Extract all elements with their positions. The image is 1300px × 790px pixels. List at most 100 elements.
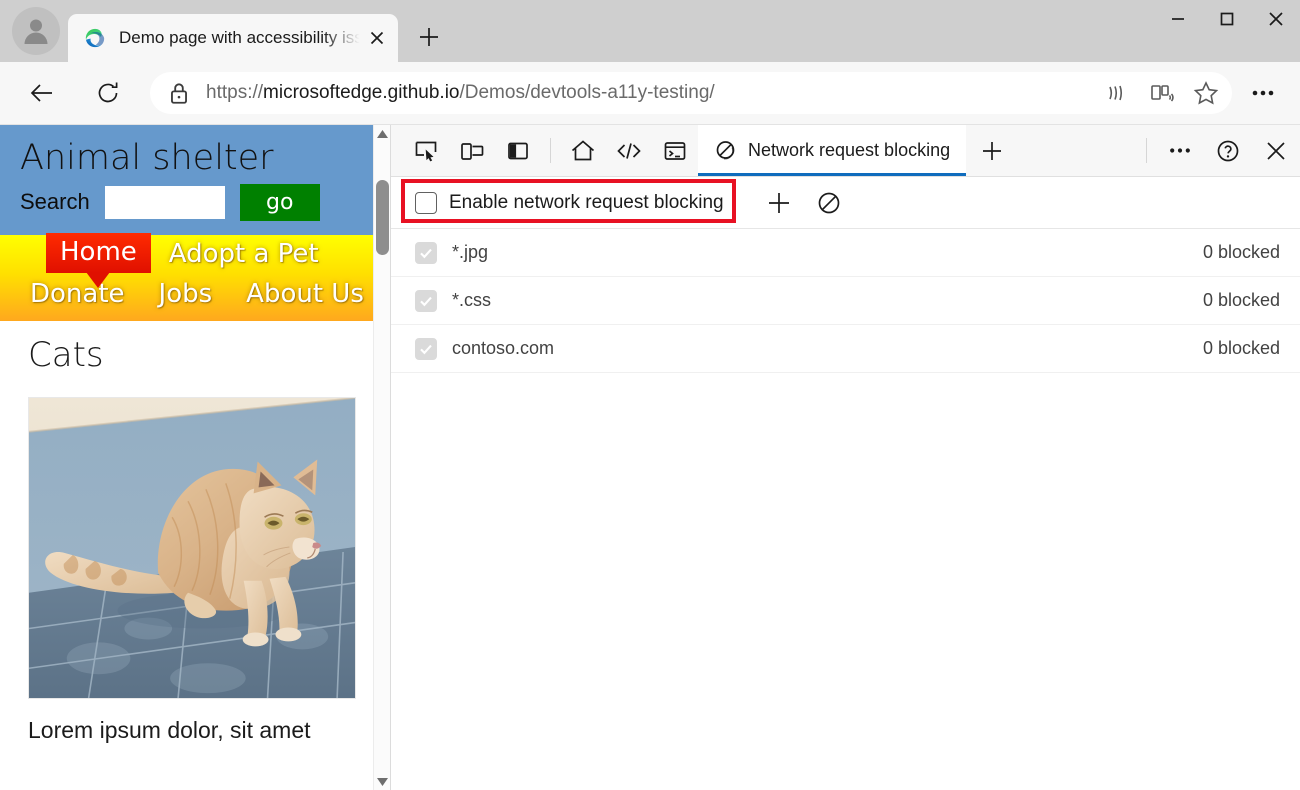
more-ellipsis-icon: [1251, 89, 1275, 97]
window-controls: [1153, 0, 1300, 62]
devtools-close-button[interactable]: [1252, 125, 1300, 176]
pattern-text: contoso.com: [452, 338, 1203, 359]
search-input[interactable]: [105, 186, 225, 219]
page-caption: Lorem ipsum dolor, sit amet: [28, 717, 345, 744]
dock-side-button[interactable]: [495, 125, 541, 176]
pattern-blocked-count: 0 blocked: [1203, 338, 1280, 359]
web-page-pane: Animal shelter Search go Home Adopt a Pe…: [0, 125, 390, 790]
pattern-enabled-checkbox[interactable]: [415, 242, 437, 264]
toolbar-divider: [550, 138, 551, 163]
scroll-down-button[interactable]: [374, 773, 391, 790]
device-emulation-button[interactable]: [449, 125, 495, 176]
checkmark-icon: [419, 342, 433, 356]
cat-photo: [28, 397, 356, 699]
remove-all-patterns-button[interactable]: [804, 181, 854, 225]
reload-button[interactable]: [88, 73, 128, 113]
nav-link-adopt-a-pet[interactable]: Adopt a Pet: [167, 235, 321, 273]
enable-blocking-checkbox[interactable]: [415, 192, 437, 214]
page-scrollbar[interactable]: [373, 125, 390, 790]
plus-icon: [418, 26, 440, 48]
nav-link-jobs[interactable]: Jobs: [157, 275, 215, 313]
window-close-button[interactable]: [1251, 0, 1300, 38]
browser-settings-button[interactable]: [1240, 73, 1286, 113]
maximize-icon: [1219, 11, 1235, 27]
tab-network-request-blocking[interactable]: Network request blocking: [698, 125, 966, 176]
checkmark-icon: [419, 294, 433, 308]
page-main: Cats: [0, 321, 373, 744]
back-button[interactable]: [22, 73, 62, 113]
clear-all-patterns-icon: [816, 190, 842, 216]
scroll-up-button[interactable]: [374, 125, 391, 142]
close-icon: [369, 30, 385, 46]
plus-icon: [980, 139, 1004, 163]
address-bar: https://microsoftedge.github.io/Demos/de…: [0, 62, 1300, 124]
url-bar[interactable]: https://microsoftedge.github.io/Demos/de…: [150, 72, 1232, 114]
url-host: microsoftedge.github.io: [263, 82, 459, 103]
dock-side-panel-icon: [505, 138, 531, 164]
add-pattern-button[interactable]: [754, 181, 804, 225]
maximize-button[interactable]: [1202, 0, 1251, 38]
tab-title: Demo page with accessibility issu: [119, 28, 362, 48]
devtools-pane: Network request blocking: [390, 125, 1300, 790]
inspect-element-icon: [413, 138, 439, 164]
web-page-content: Animal shelter Search go Home Adopt a Pe…: [0, 125, 373, 790]
devtools-more-tools-button[interactable]: [1156, 125, 1204, 176]
title-bar: Demo page with accessibility issu: [0, 0, 1300, 62]
reload-icon: [95, 80, 121, 106]
scrollbar-track[interactable]: [374, 142, 391, 773]
checkmark-icon: [419, 246, 433, 260]
nav-link-about-us[interactable]: About Us: [244, 275, 366, 313]
nav-link-donate[interactable]: Donate: [28, 275, 127, 313]
site-search-row: Search go: [20, 184, 373, 221]
site-navigation: Home Adopt a Pet Donate Jobs About Us: [0, 235, 373, 321]
star-favorite-icon: [1193, 80, 1219, 106]
photo-of-ginger-cat-sitting-on-blue-tiles: [29, 398, 355, 698]
nav-row-secondary: Donate Jobs About Us: [0, 273, 373, 313]
devtools-help-button[interactable]: [1204, 125, 1252, 176]
back-arrow-icon: [29, 80, 55, 106]
read-aloud-icon: [1106, 81, 1130, 105]
lock-icon: [166, 80, 192, 106]
devtools-add-tab-button[interactable]: [966, 125, 1018, 176]
scroll-down-arrow-icon: [377, 778, 388, 786]
pattern-text: *.jpg: [452, 242, 1203, 263]
new-tab-button[interactable]: [408, 16, 450, 58]
scroll-up-arrow-icon: [377, 130, 388, 138]
scrollbar-thumb[interactable]: [376, 180, 389, 255]
home-button[interactable]: [560, 125, 606, 176]
network-request-blocking-icon: [714, 139, 738, 163]
pattern-enabled-checkbox[interactable]: [415, 290, 437, 312]
enable-blocking-row[interactable]: Enable network request blocking: [403, 192, 724, 214]
immersive-reader-button[interactable]: [1140, 75, 1184, 111]
devtools-tab-bar: Network request blocking: [391, 125, 1300, 177]
devtools-right-divider: [1146, 138, 1147, 163]
url-text[interactable]: https://microsoftedge.github.io/Demos/de…: [206, 82, 1096, 104]
pattern-blocked-count: 0 blocked: [1203, 290, 1280, 311]
profile-avatar-button[interactable]: [12, 7, 60, 55]
table-row[interactable]: *.css 0 blocked: [391, 277, 1300, 325]
elements-button[interactable]: [606, 125, 652, 176]
inspect-element-button[interactable]: [403, 125, 449, 176]
pattern-text: *.css: [452, 290, 1203, 311]
browser-window: Demo page with accessibility issu: [0, 0, 1300, 790]
pattern-enabled-checkbox[interactable]: [415, 338, 437, 360]
read-aloud-button[interactable]: [1096, 75, 1140, 111]
pattern-blocked-count: 0 blocked: [1203, 242, 1280, 263]
browser-tab[interactable]: Demo page with accessibility issu: [68, 14, 398, 62]
console-terminal-icon: [662, 138, 688, 164]
favorite-button[interactable]: [1184, 75, 1228, 111]
table-row[interactable]: *.jpg 0 blocked: [391, 229, 1300, 277]
content-area: Animal shelter Search go Home Adopt a Pe…: [0, 124, 1300, 790]
nav-link-home[interactable]: Home: [46, 233, 151, 273]
url-path: /Demos/devtools-a11y-testing/: [459, 82, 714, 103]
elements-code-icon: [615, 137, 643, 165]
table-row[interactable]: contoso.com 0 blocked: [391, 325, 1300, 373]
url-bar-actions: [1096, 75, 1228, 111]
tab-close-button[interactable]: [362, 23, 392, 53]
go-button[interactable]: go: [240, 184, 320, 221]
console-button[interactable]: [652, 125, 698, 176]
more-ellipsis-icon: [1169, 147, 1191, 154]
devtools-tabbar-spacer: [1018, 125, 1137, 176]
minimize-button[interactable]: [1153, 0, 1202, 38]
search-label: Search: [20, 189, 90, 215]
